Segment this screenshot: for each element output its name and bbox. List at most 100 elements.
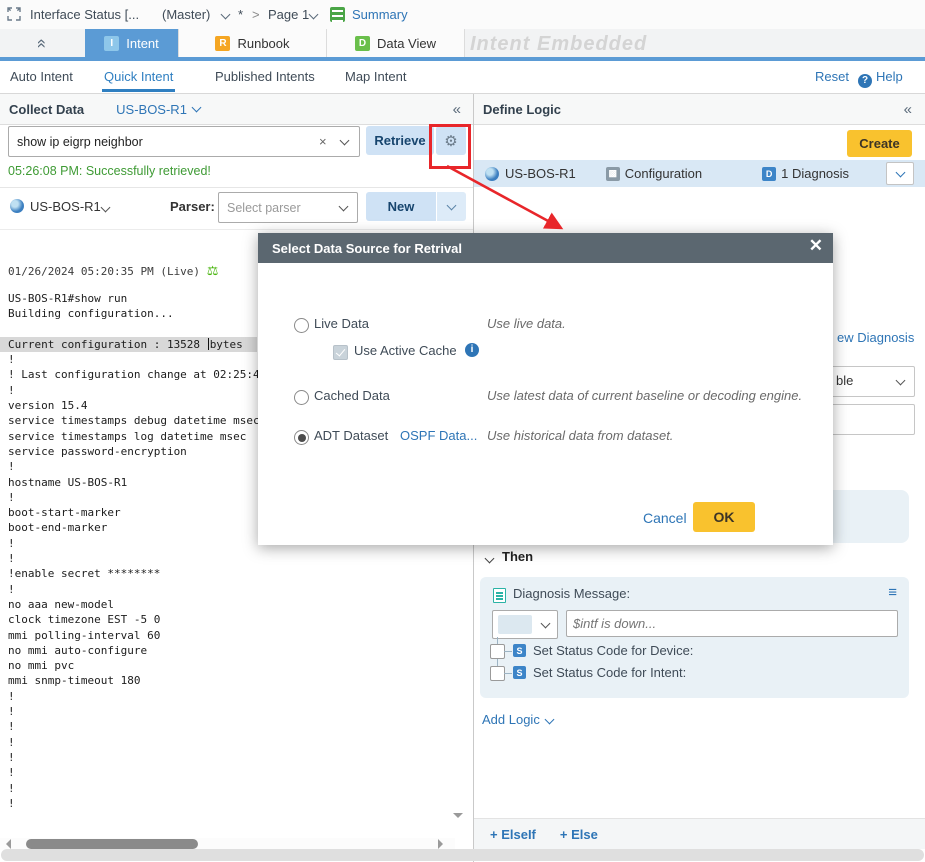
occluded-dropdown[interactable]: ble <box>821 366 915 397</box>
app-screen: Interface Status [... (Master) * > Page … <box>0 0 925 862</box>
reset-button[interactable]: Reset <box>815 69 849 84</box>
adt-dataset-label: ADT Dataset <box>314 428 388 443</box>
device-selector-chevron-icon[interactable] <box>191 103 201 113</box>
bottom-scrollbar[interactable] <box>1 849 924 861</box>
text-cursor <box>208 338 209 350</box>
terminal-line: mmi snmp-timeout 180 <box>0 673 455 688</box>
divider <box>0 187 473 188</box>
subtab-published-intents[interactable]: Published Intents <box>215 69 315 84</box>
new-parser-chevron-icon <box>447 200 457 210</box>
runbook-tab-icon: R <box>215 36 230 51</box>
device-selector[interactable]: US-BOS-R1 <box>116 102 187 117</box>
terminal-line: ! <box>0 735 455 750</box>
add-elseif-link[interactable]: + ElseIf <box>490 827 536 842</box>
collapse-right-panel-icon[interactable]: « <box>904 101 912 118</box>
configuration-icon: ▩ <box>606 167 620 181</box>
device-icon <box>10 199 24 213</box>
ospf-data-link[interactable]: OSPF Data... <box>400 428 477 443</box>
retrieve-button[interactable]: Retrieve <box>366 126 434 155</box>
live-data-radio[interactable] <box>294 318 309 333</box>
cached-data-desc: Use latest data of current baseline or d… <box>487 388 802 403</box>
subtab-map-intent[interactable]: Map Intent <box>345 69 406 84</box>
terminal-line: Current configuration : 13528 bytes <box>0 337 257 352</box>
set-status-device-label: Set Status Code for Device: <box>533 643 693 658</box>
logic-device-icon <box>485 167 499 181</box>
collapse-tabs-button[interactable]: « <box>0 29 86 57</box>
hscroll-right-arrow[interactable] <box>438 839 443 849</box>
cached-data-radio[interactable] <box>294 390 309 405</box>
summary-link[interactable]: Summary <box>352 7 408 22</box>
gear-icon: ⚙ <box>444 132 457 150</box>
add-logic-label: Add Logic <box>482 712 540 727</box>
menu-hamburger-icon[interactable]: ≡ <box>888 584 897 601</box>
severity-select[interactable] <box>492 610 558 639</box>
cancel-button[interactable]: Cancel <box>643 510 687 526</box>
terminal-line: ! <box>0 551 455 566</box>
tree-connector-stub <box>504 673 512 674</box>
summary-icon <box>330 7 345 22</box>
subtab-quick-intent[interactable]: Quick Intent <box>104 69 173 84</box>
tab-intent[interactable]: I Intent <box>85 29 179 57</box>
tab-dataview[interactable]: D Data View <box>327 29 465 57</box>
use-active-cache-checkbox[interactable] <box>333 345 348 360</box>
hscroll-left-arrow[interactable] <box>6 839 11 849</box>
map-title: Interface Status [... <box>30 7 139 22</box>
adt-dataset-desc: Use historical data from dataset. <box>487 428 673 443</box>
adt-dataset-radio[interactable] <box>294 430 309 445</box>
new-parser-dropdown-button[interactable] <box>437 192 466 221</box>
new-parser-button[interactable]: New <box>366 192 436 221</box>
tree-connector-stub <box>504 651 512 652</box>
terminal-line: ! <box>0 765 455 780</box>
main-tabbar: « I Intent R Runbook D Data View <box>0 29 925 57</box>
collapse-left-panel-icon[interactable]: « <box>453 101 461 118</box>
terminal-line: ! <box>0 781 455 796</box>
modal-close-icon[interactable]: ✕ <box>809 236 823 256</box>
set-status-intent-label: Set Status Code for Intent: <box>533 665 686 680</box>
ok-button[interactable]: OK <box>693 502 755 532</box>
terminal-line: !enable secret ******** <box>0 566 455 581</box>
diagnosis-message-input[interactable] <box>566 610 898 637</box>
create-button[interactable]: Create <box>847 130 912 157</box>
map-master-chevron-icon[interactable] <box>221 10 231 20</box>
page-chevron-icon[interactable] <box>309 10 319 20</box>
compare-scales-icon[interactable]: ⚖ <box>207 264 219 279</box>
set-status-intent-checkbox[interactable] <box>490 666 505 681</box>
terminal-line: no mmi pvc <box>0 658 455 673</box>
map-master-label[interactable]: (Master) <box>162 7 210 22</box>
new-diagnosis-link-fragment[interactable]: ew Diagnosis <box>837 330 914 345</box>
device-row-expand-button[interactable] <box>886 162 914 185</box>
expand-icon[interactable] <box>7 7 21 21</box>
command-combobox[interactable]: show ip eigrp neighbor × <box>8 126 360 157</box>
intent-tab-icon: I <box>104 36 119 51</box>
parser-select[interactable]: Select parser <box>218 192 358 223</box>
retrieve-status: 05:26:08 PM: Successfully retrieved! <box>8 164 211 178</box>
result-device-chevron-icon[interactable] <box>101 203 111 213</box>
intent-subtabbar: Auto Intent Quick Intent Published Inten… <box>0 61 925 94</box>
occluded-input[interactable] <box>821 404 915 435</box>
subtab-auto-intent[interactable]: Auto Intent <box>10 69 73 84</box>
info-icon[interactable]: i <box>465 343 479 357</box>
cached-data-label: Cached Data <box>314 388 390 403</box>
hscroll-thumb[interactable] <box>26 839 198 849</box>
add-logic-link[interactable]: Add Logic <box>482 712 553 727</box>
vscroll-down-arrow[interactable] <box>453 813 463 818</box>
modal-titlebar: Select Data Source for Retrival ✕ <box>258 233 833 263</box>
occluded-dropdown-chevron-icon <box>896 376 906 386</box>
then-collapse-chevron-icon[interactable] <box>485 554 495 564</box>
add-else-link[interactable]: + Else <box>560 827 598 842</box>
set-status-device-checkbox[interactable] <box>490 644 505 659</box>
page-selector[interactable]: Page 1 <box>268 7 309 22</box>
parser-select-chevron-icon <box>339 202 349 212</box>
help-button[interactable]: ?Help <box>858 69 903 88</box>
occluded-dropdown-value: ble <box>836 373 853 388</box>
collect-data-header: Collect Data US-BOS-R1 « <box>0 94 473 125</box>
intent-embedded-watermark: Intent Embedded <box>470 33 647 56</box>
terminal-timestamp: 01/26/2024 05:20:35 PM (Live) <box>8 265 200 278</box>
logic-device-row[interactable]: US-BOS-R1 ▩ Configuration D 1 Diagnosis <box>474 160 925 187</box>
command-text: show ip eigrp neighbor <box>17 135 143 149</box>
data-source-gear-button[interactable]: ⚙ <box>436 126 466 155</box>
result-device-label[interactable]: US-BOS-R1 <box>30 199 101 214</box>
clear-command-icon[interactable]: × <box>319 134 327 149</box>
tab-runbook[interactable]: R Runbook <box>179 29 327 57</box>
command-dropdown-icon[interactable] <box>340 136 350 146</box>
